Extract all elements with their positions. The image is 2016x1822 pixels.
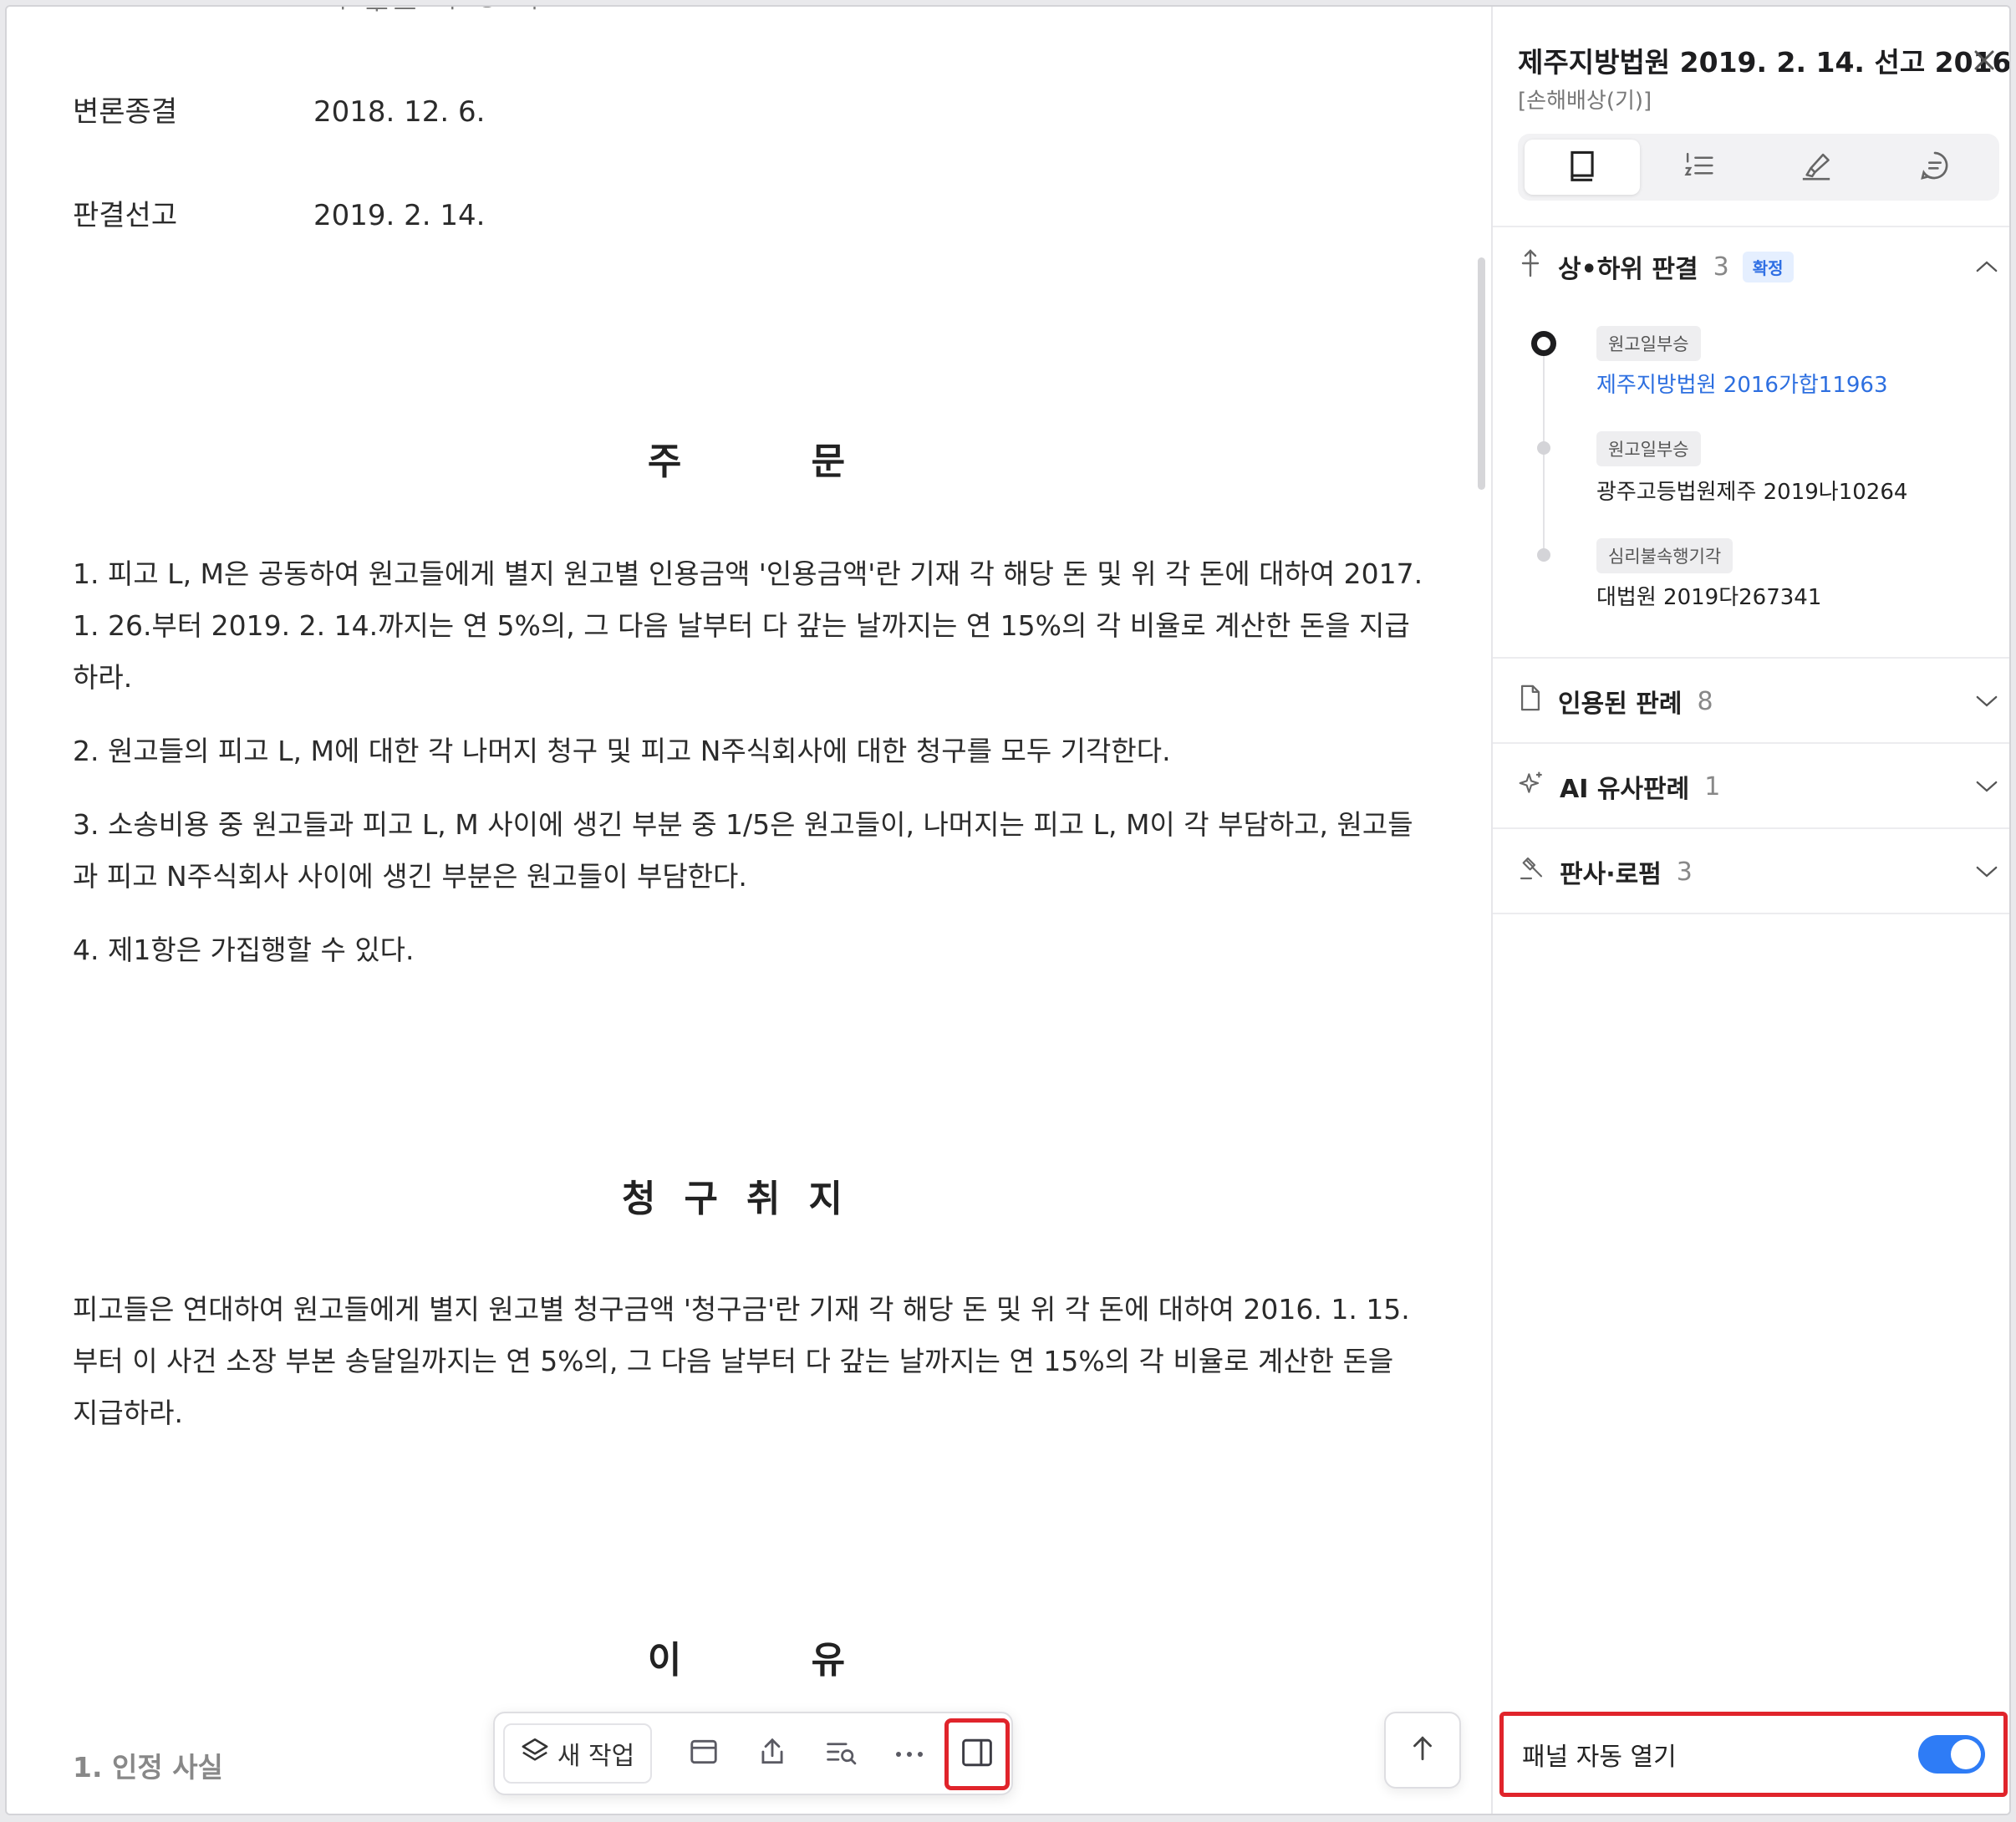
meta-value: 2018. 12. 6. [313,95,486,129]
clipped-text-line: ᅥ ᅮᅳ ᅡ ᄋ ᅡ [324,7,545,24]
panel-title: 제주지방법원 2019. 2. 14. 선고 2016... [1518,46,2011,79]
close-icon [1968,50,2001,80]
section-count: 3 [1713,252,1729,282]
scroll-to-top-button[interactable] [1384,1712,1461,1789]
order-item-3: 3. 소송비용 중 원고들과 피고 L, M 사이에 생긴 부분 중 1/5은 … [73,808,1413,893]
timeline-dot [1537,548,1550,562]
timeline-dot [1537,441,1550,455]
heading-reason: 이 유 [647,1639,846,1682]
tab-document[interactable] [1525,140,1640,195]
highlighter-icon [1799,149,1834,186]
timeline-case-link[interactable]: 제주지방법원 2016가합11963 [1596,368,1888,399]
judgment-document: ᅥ ᅮᅳ ᅡ ᄋ ᅡ 변론종결 2018. 12. 6. 판결선고 2019. 2.… [7,7,1486,1814]
auto-open-label: 패널 자동 열기 [1522,1743,1677,1772]
share-button[interactable] [742,1723,802,1784]
divider [1493,742,2009,744]
gavel-icon [1518,855,1545,888]
divider [1493,913,2009,914]
section-ai-similar-cases[interactable]: AI 유사판례 1 [1518,766,1999,807]
panel-toggle-button[interactable] [944,1718,1010,1790]
chevron-down-icon [1974,858,1999,887]
comment-icon [1918,149,1952,186]
tab-comments[interactable] [1877,140,1993,195]
order-item-2: 2. 원고들의 피고 L, M에 대한 각 나머지 청구 및 피고 N주식회사에… [73,735,1171,767]
close-panel-button[interactable] [1968,43,2001,77]
auto-open-toggle[interactable] [1918,1735,1985,1774]
divider [1493,657,2009,659]
timeline-case[interactable]: 대법원 2019다267341 [1596,580,1821,611]
save-icon [688,1736,720,1771]
document-scrollbar[interactable] [1478,257,1485,490]
vertical-arrows-icon [1518,248,1543,285]
meta-row-verdict: 판결선고 2019. 2. 14. [73,192,485,233]
section-label: AI 유사판례 [1560,775,1690,804]
side-panel: 제주지방법원 2019. 2. 14. 선고 2016... [손해배상(기)] [1491,7,2011,1814]
section-label: 판사·로펌 [1560,860,1662,889]
app-window: ᅥ ᅮᅳ ᅡ ᄋ ᅡ 변론종결 2018. 12. 6. 판결선고 2019. 2.… [5,5,2011,1815]
tab-highlights[interactable] [1759,140,1874,195]
find-in-document-button[interactable] [811,1723,871,1784]
layers-icon [521,1736,549,1771]
chevron-down-icon [1974,687,1999,716]
arrow-up-icon [1407,1733,1438,1768]
timeline-case[interactable]: 광주고등법원제주 2019나10264 [1596,475,1907,506]
result-chip: 심리불속행기각 [1596,538,1733,573]
result-chip: 원고일부승 [1596,326,1701,361]
heading-order: 주 문 [647,440,846,483]
meta-key: 판결선고 [73,199,178,232]
order-item-4: 4. 제1항은 가집행할 수 있다. [73,934,415,966]
search-list-icon [824,1736,858,1771]
panel-toggle-icon [960,1738,994,1771]
section-appeal-rulings[interactable]: 상•하위 판결 3 확정 [1518,246,1999,288]
panel-subtitle: [손해배상(기)] [1518,89,1652,114]
auto-open-panel-row: 패널 자동 열기 [1499,1712,2008,1797]
document-icon [1518,684,1543,719]
result-chip: 원고일부승 [1596,431,1701,466]
tab-outline[interactable] [1642,140,1757,195]
chevron-up-icon [1974,252,1999,282]
status-badge: 확정 [1742,251,1794,282]
divider [1493,226,2009,227]
save-button[interactable] [674,1723,734,1784]
meta-value: 2019. 2. 14. [313,199,486,232]
order-item-1: 1. 피고 L, M은 공동하여 원고들에게 별지 원고별 인용금액 '인용금액… [73,557,1423,694]
sparkle-icon [1518,770,1545,803]
meta-row-closing: 변론종결 2018. 12. 6. [73,89,485,130]
chevron-down-icon [1974,772,1999,802]
divider [1493,827,2009,829]
numbered-list-icon [1683,150,1716,185]
timeline-current-dot [1531,331,1556,356]
new-task-button[interactable]: 새 작업 [503,1723,652,1784]
section-judges-lawfirms[interactable]: 판사·로펌 3 [1518,851,1999,893]
meta-key: 변론종결 [73,95,178,129]
section-count: 1 [1704,771,1721,802]
claim-paragraph: 피고들은 연대하여 원고들에게 별지 원고별 청구금액 '청구금'란 기재 각 … [73,1293,1410,1429]
bottom-toolbar: 새 작업 [493,1712,1013,1795]
panel-tabs [1518,134,1999,201]
sub-heading-facts: 1. 인정 사실 [73,1751,223,1784]
new-task-label: 새 작업 [557,1742,635,1771]
section-count: 3 [1676,857,1693,887]
book-icon [1566,148,1598,186]
share-icon [756,1736,788,1771]
section-label: 인용된 판례 [1558,690,1683,719]
more-icon [894,1746,924,1762]
section-label: 상•하위 판결 [1558,255,1698,284]
section-count: 8 [1697,686,1713,716]
section-cited-cases[interactable]: 인용된 판례 8 [1518,680,1999,722]
heading-claim: 청구취지 [622,1178,871,1220]
more-button[interactable] [879,1723,939,1784]
